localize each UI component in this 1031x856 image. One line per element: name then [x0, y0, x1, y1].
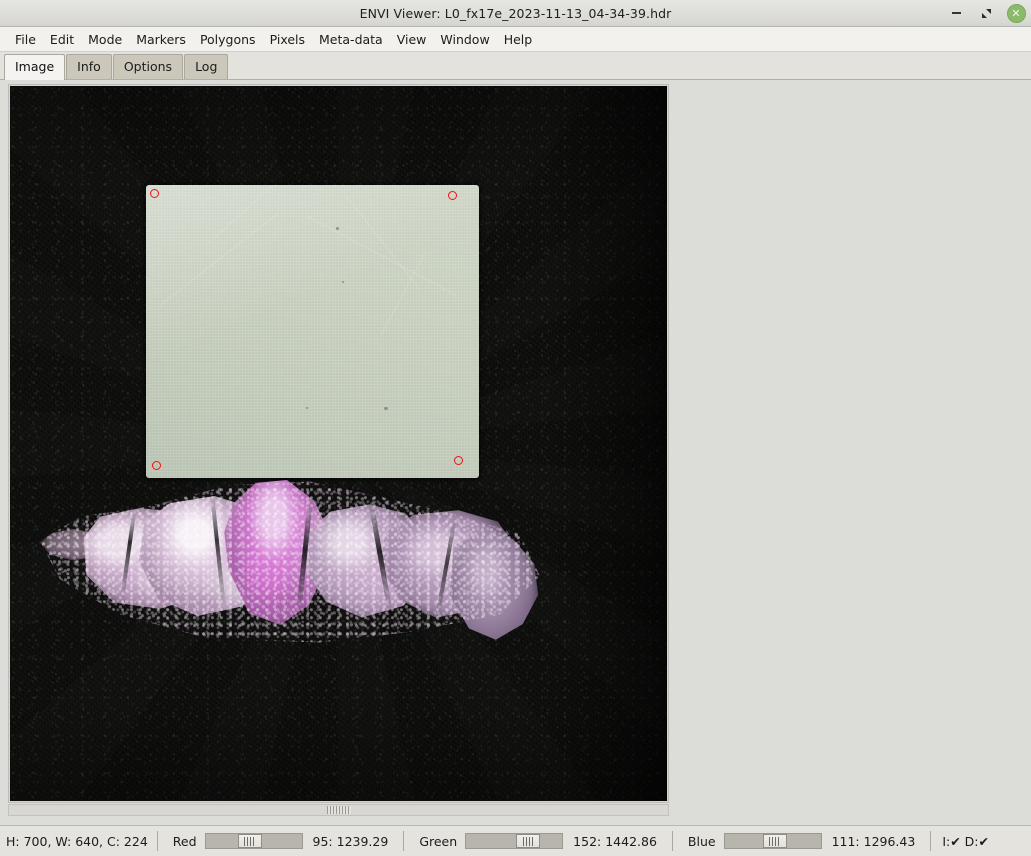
blue-slider-handle[interactable]: [762, 834, 787, 848]
scene-vignette: [10, 86, 667, 801]
status-separator: [930, 831, 932, 851]
close-icon[interactable]: ✕: [1006, 3, 1026, 23]
side-panel: [670, 84, 1031, 803]
image-canvas[interactable]: [10, 86, 667, 801]
menu-item-markers[interactable]: Markers: [129, 30, 193, 49]
menu-item-polygons[interactable]: Polygons: [193, 30, 263, 49]
tab-info[interactable]: Info: [66, 54, 112, 79]
status-bar: H: 700, W: 640, C: 224 Red 95: 1239.29 G…: [0, 825, 1031, 856]
image-dimensions-label: H: 700, W: 640, C: 224: [6, 833, 148, 849]
menu-item-window[interactable]: Window: [433, 30, 496, 49]
minimize-icon[interactable]: [946, 3, 966, 23]
menu-item-help[interactable]: Help: [497, 30, 540, 49]
blue-slider-grip: [769, 836, 781, 846]
green-slider-handle[interactable]: [516, 834, 541, 848]
red-slider-handle[interactable]: [237, 834, 262, 848]
window-controls: ✕: [946, 0, 1026, 26]
horizontal-scrollbar[interactable]: [8, 804, 669, 816]
tab-options[interactable]: Options: [112, 54, 184, 79]
status-separator: [156, 831, 158, 851]
menu-item-edit[interactable]: Edit: [43, 30, 81, 49]
menu-item-file[interactable]: File: [8, 30, 43, 49]
window-title: ENVI Viewer: L0_fx17e_2023-11-13_04-34-3…: [359, 5, 672, 21]
menu-item-pixels[interactable]: Pixels: [263, 30, 312, 49]
red-slider-grip: [244, 836, 256, 846]
blue-channel-value: 111: 1296.43: [831, 833, 916, 849]
tab-log[interactable]: Log: [184, 54, 229, 79]
menu-bar: File Edit Mode Markers Polygons Pixels M…: [0, 27, 1031, 52]
scrollbar-grip[interactable]: [326, 806, 351, 814]
status-separator: [403, 831, 405, 851]
tab-image[interactable]: Image: [4, 54, 66, 80]
red-channel-value: 95: 1239.29: [312, 833, 389, 849]
blue-channel-label: Blue: [687, 833, 716, 849]
green-channel-value: 152: 1442.86: [573, 833, 657, 849]
menu-item-meta-data[interactable]: Meta-data: [312, 30, 390, 49]
status-flags: I:✔ D:✔: [942, 833, 989, 849]
menu-item-view[interactable]: View: [390, 30, 434, 49]
main-content: [0, 80, 1031, 825]
menu-item-mode[interactable]: Mode: [81, 30, 129, 49]
red-channel-label: Red: [172, 833, 197, 849]
green-channel-slider[interactable]: [465, 833, 564, 849]
maximize-restore-icon[interactable]: [976, 3, 996, 23]
red-channel-slider[interactable]: [204, 833, 303, 849]
tab-bar: Image Info Options Log: [0, 52, 1031, 80]
image-canvas-frame: [8, 84, 669, 803]
green-slider-grip: [522, 836, 534, 846]
blue-channel-slider[interactable]: [723, 833, 822, 849]
title-bar: ENVI Viewer: L0_fx17e_2023-11-13_04-34-3…: [0, 0, 1031, 27]
green-channel-label: Green: [419, 833, 458, 849]
status-separator: [671, 831, 673, 851]
envi-viewer-window: ENVI Viewer: L0_fx17e_2023-11-13_04-34-3…: [0, 0, 1031, 856]
